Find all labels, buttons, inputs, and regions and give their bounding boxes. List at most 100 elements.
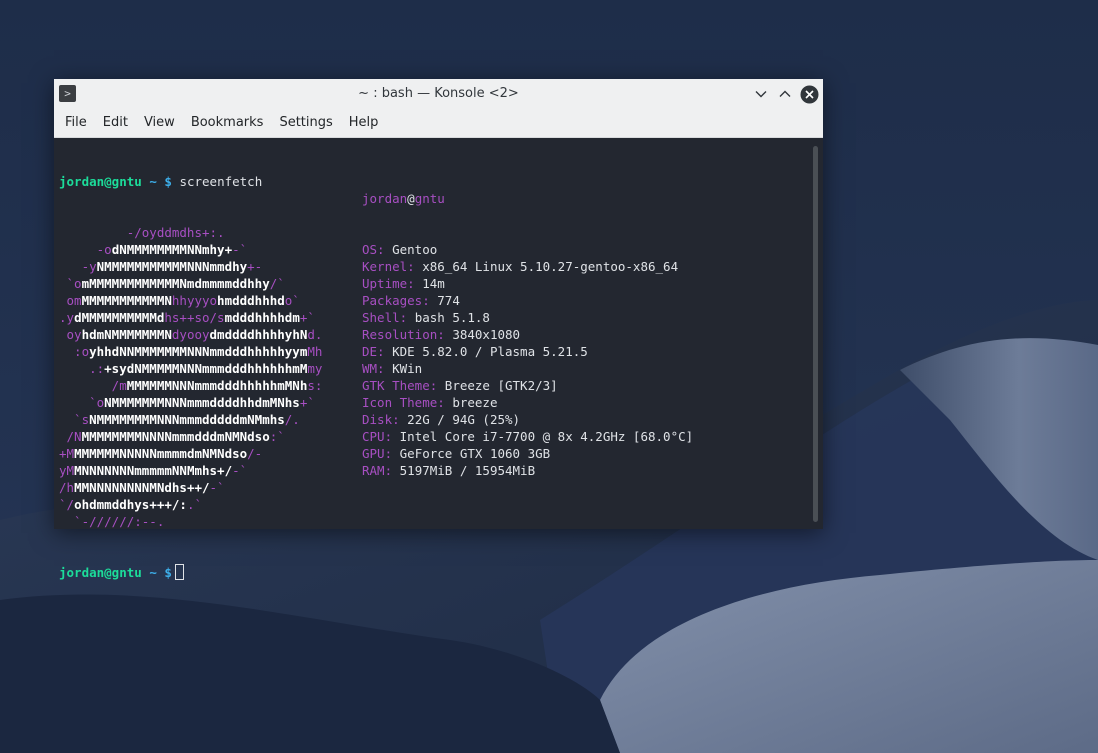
terminal-left-pane: jordan@gntu ~ $ screenfetch -/oyddmdhs+:… [59, 139, 322, 615]
info-row: OS: Gentoo [362, 241, 693, 258]
info-key: Packages: [362, 293, 430, 308]
info-value: Gentoo [392, 242, 438, 257]
info-key: CPU: [362, 429, 393, 444]
info-key: WM: [362, 361, 385, 376]
menu-edit[interactable]: Edit [95, 109, 136, 137]
logo-segment: `o [59, 395, 105, 410]
menu-file[interactable]: File [57, 109, 95, 137]
logo-segment: -` [209, 480, 225, 495]
info-row: Packages: 774 [362, 292, 693, 309]
logo-segment: /m [59, 378, 127, 393]
close-button[interactable] [798, 83, 820, 105]
titlebar[interactable]: > ~ : bash — Konsole <2> [54, 79, 823, 109]
logo-line: `oNMMMMMMMNNNmmmddddhhdmMNhs+` [59, 394, 322, 411]
command-text: screenfetch [179, 174, 263, 189]
terminal-area[interactable]: jordan@gntu ~ $ screenfetch -/oyddmdhs+:… [54, 138, 823, 580]
logo-line: .:+sydNMMMMMNNNmmmdddhhhhhhmMmy [59, 360, 322, 377]
info-key: Disk: [362, 412, 400, 427]
logo-segment: -` [232, 463, 248, 478]
info-row: RAM: 5197MiB / 15954MiB [362, 462, 693, 479]
info-value: GeForce GTX 1060 3GB [399, 446, 551, 461]
info-key: DE: [362, 344, 385, 359]
logo-segment: o` [284, 293, 300, 308]
logo-line: -odNMMMMMMMMNNmhy+-` [59, 241, 322, 258]
logo-segment: /N [59, 429, 82, 444]
menu-help[interactable]: Help [341, 109, 387, 137]
info-value: 14m [422, 276, 445, 291]
info-value: Intel Core i7-7700 @ 8x 4.2GHz [68.0°C] [399, 429, 694, 444]
logo-segment: yM [59, 463, 75, 478]
logo-segment: hmdddhhhd [217, 293, 285, 308]
chevron-up-icon [779, 90, 791, 97]
info-row: CPU: Intel Core i7-7700 @ 8x 4.2GHz [68.… [362, 428, 693, 445]
logo-segment: /- [247, 446, 263, 461]
logo-segment: yhhdNNMMMMMMMNNNmmdddhhhhhyym [89, 344, 308, 359]
prompt-symbol: $ [164, 565, 172, 580]
logo-segment: dmddddhhhhyhN [209, 327, 308, 342]
logo-segment: NMMMMMMMMNNNmmmdddddmNMmhs [89, 412, 285, 427]
logo-line: `/ohdmmddhys+++/:.` [59, 496, 322, 513]
info-key: RAM: [362, 463, 393, 478]
logo-segment: +- [247, 259, 263, 274]
text-cursor [174, 564, 184, 580]
info-value: 774 [437, 293, 460, 308]
info-row: Shell: bash 5.1.8 [362, 309, 693, 326]
logo-segment: /h [59, 480, 75, 495]
prompt-path: ~ [149, 174, 157, 189]
logo-segment: `-//////:--. [59, 514, 165, 529]
info-at: @ [407, 191, 415, 206]
info-key: GTK Theme: [362, 378, 438, 393]
menu-settings[interactable]: Settings [271, 109, 340, 137]
info-value: 3840x1080 [452, 327, 521, 342]
logo-segment: NMMMMMMMNNNmmmddddhhdmMNhs [104, 395, 300, 410]
logo-segment: ohdmmddhys+++/: [74, 497, 187, 512]
logo-segment: `s [59, 412, 90, 427]
logo-segment: Mh [307, 344, 323, 359]
maximize-button[interactable] [774, 83, 796, 105]
logo-segment: +sydNMMMMMNNNmmmdddhhhhhhmM [104, 361, 308, 376]
logo-line: `sNMMMMMMMMNNNmmmdddddmNMmhs/. [59, 411, 322, 428]
info-row: GTK Theme: Breeze [GTK2/3] [362, 377, 693, 394]
menu-bookmarks[interactable]: Bookmarks [183, 109, 272, 137]
info-key: Shell: [362, 310, 408, 325]
window-title: ~ : bash — Konsole <2> [358, 86, 519, 101]
logo-segment: -o [59, 242, 112, 257]
logo-line: yMMNNNNNNNmmmmmNNMmhs+/-` [59, 462, 322, 479]
logo-line: -yNMMMMMMMMMMMNNNmmdhy+- [59, 258, 322, 275]
logo-line: .ydMMMMMMMMMMdhs++so/smdddhhhhdm+` [59, 309, 322, 326]
logo-segment: my [307, 361, 323, 376]
info-value: x86_64 Linux 5.10.27-gentoo-x86_64 [422, 259, 679, 274]
info-row: Icon Theme: breeze [362, 394, 693, 411]
logo-line: `-//////:--. [59, 513, 322, 530]
minimize-button[interactable] [750, 83, 772, 105]
info-key: OS: [362, 242, 385, 257]
logo-segment: hhyyyo [171, 293, 218, 308]
logo-line: +MMMMMMMNNNNNmmmmdmNMNdso/- [59, 445, 322, 462]
logo-segment: MMMMMMMMMMMN [81, 293, 172, 308]
logo-line: -/oyddmdhs+:. [59, 224, 322, 241]
close-icon [800, 85, 818, 103]
info-value: KWin [392, 361, 423, 376]
info-host: gntu [414, 191, 445, 206]
logo-segment: :o [59, 344, 90, 359]
logo-segment: hdmNMMMMMMMN [81, 327, 172, 342]
logo-segment: MNNNNNNNmmmmmNNMmhs+/ [74, 463, 233, 478]
info-key: Icon Theme: [362, 395, 445, 410]
logo-segment: mdddhhhhdm [224, 310, 300, 325]
active-prompt-line: jordan@gntu ~ $ [59, 564, 322, 581]
info-key: Uptime: [362, 276, 415, 291]
logo-segment: +` [299, 310, 315, 325]
logo-segment: dMMMMMMMMMMd [74, 310, 165, 325]
menu-view[interactable]: View [136, 109, 183, 137]
info-value: 5197MiB / 15954MiB [399, 463, 536, 478]
logo-segment: -` [232, 242, 248, 257]
logo-segment: `o [59, 276, 82, 291]
logo-segment: `/ [59, 497, 75, 512]
logo-segment: NMMMMMMMMMMMNNNmmdhy [96, 259, 248, 274]
scrollbar[interactable] [813, 146, 818, 522]
prompt-path: ~ [149, 565, 157, 580]
logo-segment: /. [284, 412, 300, 427]
info-list: OS: Gentoo Kernel: x86_64 Linux 5.10.27-g… [362, 241, 693, 479]
command-line: jordan@gntu ~ $ screenfetch [59, 173, 322, 190]
info-user: jordan [362, 191, 408, 206]
